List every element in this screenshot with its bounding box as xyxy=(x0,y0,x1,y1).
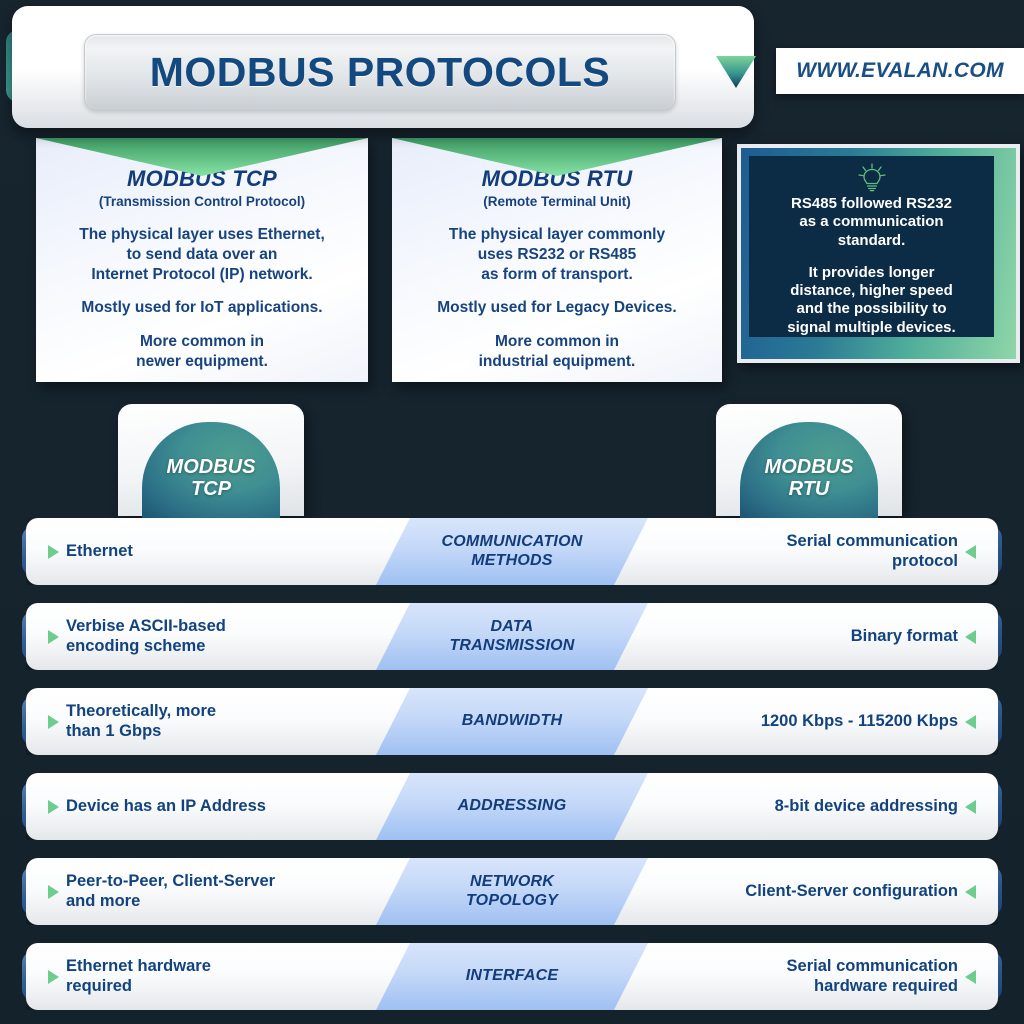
tip-box: RS485 followed RS232 as a communication st… xyxy=(737,144,1020,363)
table-row: Device has an IP Address 8-bit device ad… xyxy=(0,763,1024,848)
triangle-bullet-icon xyxy=(965,884,976,899)
row-category-text: INTERFACE xyxy=(465,967,559,985)
table-row: Ethernet Serial communication protocol CO… xyxy=(0,508,1024,593)
row-cell-tcp: Ethernet xyxy=(26,518,418,585)
card-paragraph-3: More common in industrial equipment. xyxy=(478,333,636,371)
page-title: MODBUS PROTOCOLS xyxy=(84,34,676,110)
triangle-bullet-icon xyxy=(965,544,976,559)
card-subtitle: (Transmission Control Protocol) xyxy=(98,194,306,209)
row-cell-rtu-text: Binary format xyxy=(850,626,958,645)
website-text: WWW.EVALAN.COM xyxy=(796,59,1004,82)
row-cell-rtu-text: Serial communication hardware required xyxy=(786,956,958,995)
page-title-text: MODBUS PROTOCOLS xyxy=(149,48,611,95)
triangle-bullet-icon xyxy=(965,714,976,729)
lightbulb-icon xyxy=(855,163,889,193)
card-paragraph-3: More common in newer equipment. xyxy=(136,333,268,371)
protocol-card-tcp: MODBUS TCP (Transmission Control Protoco… xyxy=(36,138,368,382)
row-cell-tcp: Device has an IP Address xyxy=(26,773,418,840)
row-cell-tcp-text: Ethernet xyxy=(66,541,133,560)
row-category-text: BANDWIDTH xyxy=(461,712,563,730)
row-cell-tcp: Verbise ASCII-based encoding scheme xyxy=(26,603,418,670)
row-category: DATA TRANSMISSION xyxy=(376,603,648,670)
card-subtitle: (Remote Terminal Unit) xyxy=(483,194,631,209)
table-row: Ethernet hardware required Serial communi… xyxy=(0,933,1024,1018)
card-paragraph-1: The physical layer commonly uses RS232 or… xyxy=(448,226,666,283)
table-row: Verbise ASCII-based encoding scheme Binar… xyxy=(0,593,1024,678)
row-cell-tcp: Peer-to-Peer, Client-Server and more xyxy=(26,858,418,925)
triangle-bullet-icon xyxy=(48,630,59,644)
row-category-text: DATA TRANSMISSION xyxy=(449,617,575,654)
row-cell-rtu-text: 1200 Kbps - 115200 Kbps xyxy=(760,711,958,730)
tip-text-primary: RS485 followed RS232 as a communication st… xyxy=(791,195,952,249)
triangle-bullet-icon xyxy=(48,545,59,559)
row-cell-tcp: Theoretically, more than 1 Gbps xyxy=(26,688,418,755)
row-category-text: COMMUNICATION METHODS xyxy=(441,532,583,569)
triangle-bullet-icon xyxy=(48,885,59,899)
green-chevron-decoration xyxy=(392,138,722,178)
row-cell-rtu: 1200 Kbps - 115200 Kbps xyxy=(606,688,998,755)
badge-line-2: RTU xyxy=(788,478,830,500)
row-cell-rtu-text: Serial communication protocol xyxy=(786,531,958,570)
badge-line-1: MODBUS xyxy=(166,455,256,478)
row-cell-tcp-text: Theoretically, more than 1 Gbps xyxy=(66,701,217,740)
row-cell-rtu-text: Client-Server configuration xyxy=(745,881,958,900)
website-badge[interactable]: WWW.EVALAN.COM xyxy=(776,48,1024,94)
row-category: BANDWIDTH xyxy=(376,688,648,755)
row-cell-rtu: 8-bit device addressing xyxy=(606,773,998,840)
triangle-bullet-icon xyxy=(48,970,59,984)
row-category: NETWORK TOPOLOGY xyxy=(376,858,648,925)
row-category-text: ADDRESSING xyxy=(457,797,567,815)
triangle-bullet-icon xyxy=(965,969,976,984)
row-cell-rtu-text: 8-bit device addressing xyxy=(774,796,958,815)
comparison-table: Ethernet Serial communication protocol CO… xyxy=(0,508,1024,1018)
card-paragraph-2: Mostly used for Legacy Devices. xyxy=(437,299,677,317)
triangle-bullet-icon xyxy=(48,800,59,814)
triangle-bullet-icon xyxy=(965,799,976,814)
tip-box-content: RS485 followed RS232 as a communication st… xyxy=(749,156,994,337)
triangle-bullet-icon xyxy=(965,629,976,644)
protocol-card-rtu: MODBUS RTU (Remote Terminal Unit) The ph… xyxy=(392,138,722,382)
tip-text-secondary: It provides longer distance, higher speed… xyxy=(787,263,956,336)
table-row: Theoretically, more than 1 Gbps 1200 Kbps… xyxy=(0,678,1024,763)
green-chevron-decoration xyxy=(36,138,368,178)
badge-dome: MODBUS RTU xyxy=(740,422,878,518)
table-row: Peer-to-Peer, Client-Server and more Clie… xyxy=(0,848,1024,933)
row-category: INTERFACE xyxy=(376,943,648,1010)
badge-dome: MODBUS TCP xyxy=(142,422,280,518)
column-badge-tcp: MODBUS TCP xyxy=(118,404,304,518)
header-plate: MODBUS PROTOCOLS xyxy=(12,6,756,128)
badge-line-1: MODBUS xyxy=(764,455,854,478)
row-cell-rtu: Client-Server configuration xyxy=(606,858,998,925)
row-category: COMMUNICATION METHODS xyxy=(376,518,648,585)
row-cell-tcp-text: Device has an IP Address xyxy=(66,796,266,815)
row-cell-rtu: Binary format xyxy=(606,603,998,670)
column-badge-rtu: MODBUS RTU xyxy=(716,404,902,518)
row-cell-rtu: Serial communication protocol xyxy=(606,518,998,585)
row-category-text: NETWORK TOPOLOGY xyxy=(466,872,558,909)
row-cell-tcp-text: Peer-to-Peer, Client-Server and more xyxy=(66,871,276,910)
badge-line-2: TCP xyxy=(191,478,231,500)
row-cell-rtu: Serial communication hardware required xyxy=(606,943,998,1010)
row-cell-tcp-text: Ethernet hardware required xyxy=(66,956,211,995)
row-cell-tcp-text: Verbise ASCII-based encoding scheme xyxy=(66,616,226,655)
row-category: ADDRESSING xyxy=(376,773,648,840)
tip-box-gradient-border: RS485 followed RS232 as a communication st… xyxy=(741,148,1016,359)
row-cell-tcp: Ethernet hardware required xyxy=(26,943,418,1010)
triangle-bullet-icon xyxy=(48,715,59,729)
infographic-root: MODBUS PROTOCOLS WWW.EVALAN.COM MODBUS T… xyxy=(0,0,1024,1024)
card-paragraph-1: The physical layer uses Ethernet, to send… xyxy=(79,226,325,283)
card-paragraph-2: Mostly used for IoT applications. xyxy=(81,299,323,317)
